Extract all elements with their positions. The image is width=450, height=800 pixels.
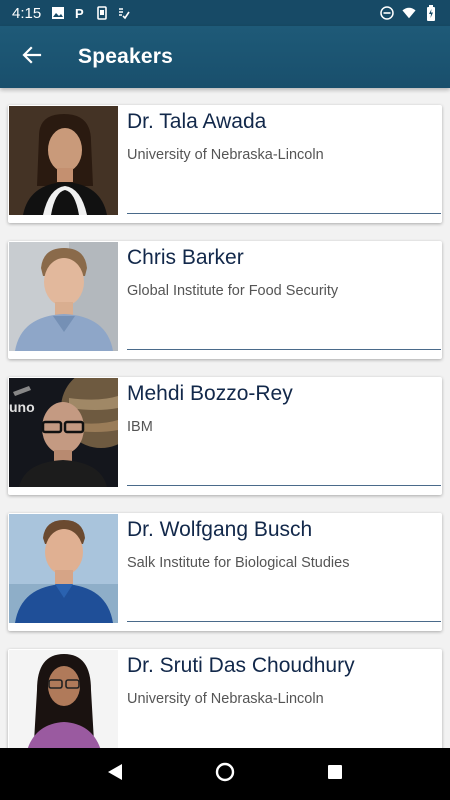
nav-home-button[interactable] bbox=[205, 754, 245, 794]
status-bar: 4:15 P bbox=[0, 0, 450, 26]
speaker-photo: uno bbox=[9, 378, 118, 487]
speaker-card[interactable]: uno Mehdi Bozzo-Rey IBM bbox=[8, 377, 442, 495]
speaker-photo bbox=[9, 650, 118, 748]
speaker-organization: Global Institute for Food Security bbox=[127, 283, 339, 299]
page-title: Speakers bbox=[78, 45, 174, 68]
speaker-name: Dr. Tala Awada bbox=[127, 110, 267, 133]
speaker-list[interactable]: Dr. Tala Awada University of Nebraska-Li… bbox=[0, 88, 450, 748]
speaker-photo bbox=[9, 514, 118, 623]
speaker-name: Dr. Wolfgang Busch bbox=[127, 518, 313, 541]
nav-back-button[interactable] bbox=[95, 754, 135, 794]
speaker-name: Mehdi Bozzo-Rey bbox=[127, 382, 293, 405]
back-button[interactable] bbox=[4, 26, 60, 88]
speaker-organization: University of Nebraska-Lincoln bbox=[127, 147, 324, 163]
dnd-icon bbox=[380, 6, 394, 20]
status-time: 4:15 bbox=[12, 4, 42, 22]
image-notification-icon bbox=[51, 6, 65, 20]
speaker-photo bbox=[9, 106, 118, 215]
status-system-icons bbox=[380, 5, 438, 21]
triangle-back-icon bbox=[106, 763, 124, 786]
square-recents-icon bbox=[326, 763, 344, 786]
nav-recents-button[interactable] bbox=[315, 754, 355, 794]
svg-text:P: P bbox=[75, 6, 84, 20]
phone-notification-icon bbox=[95, 6, 109, 20]
speaker-name: Dr. Sruti Das Choudhury bbox=[127, 654, 355, 677]
svg-text:uno: uno bbox=[9, 399, 35, 415]
speaker-card[interactable]: Dr. Wolfgang Busch Salk Institute for Bi… bbox=[8, 513, 442, 631]
system-navigation-bar bbox=[0, 748, 450, 800]
speaker-organization: Salk Institute for Biological Studies bbox=[127, 555, 350, 571]
arrow-back-icon bbox=[22, 45, 42, 70]
speaker-organization: University of Nebraska-Lincoln bbox=[127, 691, 324, 707]
speaker-name: Chris Barker bbox=[127, 246, 244, 269]
wifi-icon bbox=[402, 6, 416, 20]
speaker-photo bbox=[9, 242, 118, 351]
app-bar: Speakers bbox=[0, 26, 450, 88]
battery-icon bbox=[424, 5, 438, 21]
speaker-card[interactable]: Dr. Sruti Das Choudhury University of Ne… bbox=[8, 649, 442, 748]
status-notification-icons: P bbox=[51, 6, 131, 20]
card-divider bbox=[127, 213, 441, 214]
speaker-card[interactable]: Chris Barker Global Institute for Food S… bbox=[8, 241, 442, 359]
speaker-card[interactable]: Dr. Tala Awada University of Nebraska-Li… bbox=[8, 105, 442, 223]
card-divider bbox=[127, 349, 441, 350]
speaker-organization: IBM bbox=[127, 419, 153, 435]
parking-notification-icon: P bbox=[73, 6, 87, 20]
check-notification-icon bbox=[117, 6, 131, 20]
card-divider bbox=[127, 621, 441, 622]
card-divider bbox=[127, 485, 441, 486]
circle-home-icon bbox=[215, 762, 235, 787]
